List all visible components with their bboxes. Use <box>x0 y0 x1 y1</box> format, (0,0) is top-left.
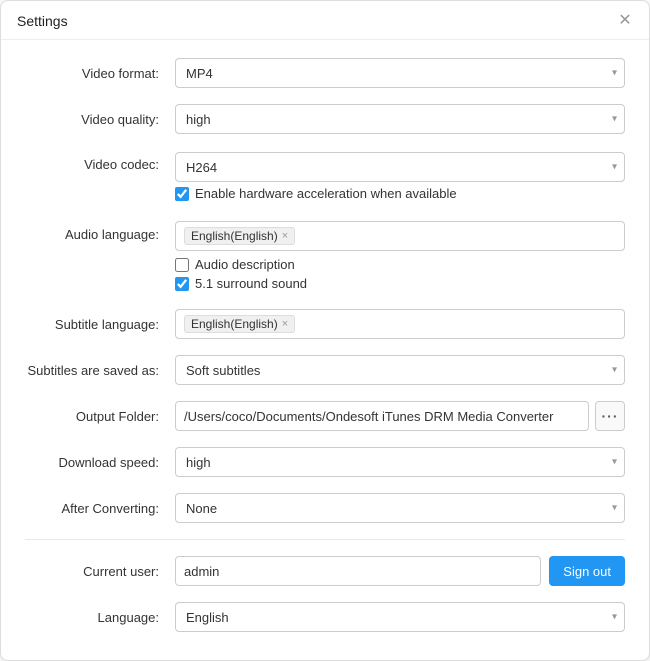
download-speed-row: Download speed: low medium high ▾ <box>25 439 625 485</box>
language-control: English Chinese Japanese French German ▾ <box>175 602 625 632</box>
current-user-input[interactable] <box>175 556 541 586</box>
subtitles-saved-select-wrapper: Soft subtitles Hard subtitles External s… <box>175 355 625 385</box>
subtitle-language-control: English(English) × <box>175 309 625 339</box>
output-folder-row: Output Folder: ··· <box>25 393 625 439</box>
download-speed-select[interactable]: low medium high <box>175 447 625 477</box>
current-user-label: Current user: <box>25 564 175 579</box>
output-folder-label: Output Folder: <box>25 409 175 424</box>
video-codec-control: H264 H265 VP9 ▾ Enable hardware accelera… <box>175 152 625 203</box>
output-folder-wrapper: ··· <box>175 401 625 431</box>
subtitles-saved-control: Soft subtitles Hard subtitles External s… <box>175 355 625 385</box>
audio-english-tag-remove[interactable]: × <box>282 230 288 242</box>
subtitle-language-row: Subtitle language: English(English) × <box>25 301 625 347</box>
current-user-input-wrapper: Sign out <box>175 556 625 586</box>
settings-window: Settings ✕ Video format: MP4 MKV MOV AVI… <box>0 0 650 661</box>
video-format-control: MP4 MKV MOV AVI ▾ <box>175 58 625 88</box>
after-converting-label: After Converting: <box>25 501 175 516</box>
subtitle-english-tag-label: English(English) <box>191 317 278 331</box>
audio-english-tag: English(English) × <box>184 227 295 245</box>
close-button[interactable]: ✕ <box>617 13 633 29</box>
subtitle-language-tag-input: English(English) × <box>175 309 625 339</box>
after-converting-control: None Open Folder Shut Down ▾ <box>175 493 625 523</box>
title-bar: Settings ✕ <box>1 1 649 40</box>
video-format-select-wrapper: MP4 MKV MOV AVI ▾ <box>175 58 625 88</box>
subtitle-language-label: Subtitle language: <box>25 317 175 332</box>
after-converting-select-wrapper: None Open Folder Shut Down ▾ <box>175 493 625 523</box>
audio-description-checkbox[interactable] <box>175 258 189 272</box>
video-codec-row: Video codec: H264 H265 VP9 ▾ Enable hard… <box>25 142 625 211</box>
hw-acceleration-label: Enable hardware acceleration when availa… <box>195 186 457 201</box>
subtitle-english-tag-remove[interactable]: × <box>282 318 288 330</box>
download-speed-select-wrapper: low medium high ▾ <box>175 447 625 477</box>
settings-divider <box>25 539 625 540</box>
audio-language-tag-input: English(English) × <box>175 221 625 251</box>
hw-acceleration-row: Enable hardware acceleration when availa… <box>175 186 625 201</box>
video-quality-label: Video quality: <box>25 112 175 127</box>
video-format-row: Video format: MP4 MKV MOV AVI ▾ <box>25 50 625 96</box>
audio-language-row: Audio language: English(English) × Audio… <box>25 211 625 301</box>
subtitle-english-tag: English(English) × <box>184 315 295 333</box>
video-quality-control: low medium high ▾ <box>175 104 625 134</box>
window-title: Settings <box>17 13 68 29</box>
hw-acceleration-checkbox[interactable] <box>175 187 189 201</box>
current-user-control: Sign out <box>175 556 625 586</box>
subtitles-saved-label: Subtitles are saved as: <box>25 363 175 378</box>
video-format-select[interactable]: MP4 MKV MOV AVI <box>175 58 625 88</box>
audio-english-tag-label: English(English) <box>191 229 278 243</box>
video-codec-label: Video codec: <box>25 152 175 172</box>
output-folder-input[interactable] <box>175 401 589 431</box>
audio-description-label: Audio description <box>195 257 295 272</box>
video-format-label: Video format: <box>25 66 175 81</box>
download-speed-control: low medium high ▾ <box>175 447 625 477</box>
subtitles-saved-row: Subtitles are saved as: Soft subtitles H… <box>25 347 625 393</box>
surround-sound-row: 5.1 surround sound <box>175 276 625 291</box>
language-label: Language: <box>25 610 175 625</box>
audio-language-control: English(English) × Audio description 5.1… <box>175 221 625 293</box>
video-quality-select[interactable]: low medium high <box>175 104 625 134</box>
language-select[interactable]: English Chinese Japanese French German <box>175 602 625 632</box>
audio-language-label: Audio language: <box>25 221 175 242</box>
surround-sound-checkbox[interactable] <box>175 277 189 291</box>
after-converting-select[interactable]: None Open Folder Shut Down <box>175 493 625 523</box>
audio-description-row: Audio description <box>175 257 625 272</box>
output-folder-browse-button[interactable]: ··· <box>595 401 625 431</box>
after-converting-row: After Converting: None Open Folder Shut … <box>25 485 625 531</box>
current-user-row: Current user: Sign out <box>25 548 625 594</box>
settings-content: Video format: MP4 MKV MOV AVI ▾ Video qu… <box>1 40 649 660</box>
language-select-wrapper: English Chinese Japanese French German ▾ <box>175 602 625 632</box>
surround-sound-label: 5.1 surround sound <box>195 276 307 291</box>
subtitles-saved-select[interactable]: Soft subtitles Hard subtitles External s… <box>175 355 625 385</box>
language-row: Language: English Chinese Japanese Frenc… <box>25 594 625 640</box>
video-codec-select-wrapper: H264 H265 VP9 ▾ <box>175 152 625 182</box>
video-codec-select[interactable]: H264 H265 VP9 <box>175 152 625 182</box>
video-quality-select-wrapper: low medium high ▾ <box>175 104 625 134</box>
download-speed-label: Download speed: <box>25 455 175 470</box>
output-folder-control: ··· <box>175 401 625 431</box>
sign-out-button[interactable]: Sign out <box>549 556 625 586</box>
video-quality-row: Video quality: low medium high ▾ <box>25 96 625 142</box>
